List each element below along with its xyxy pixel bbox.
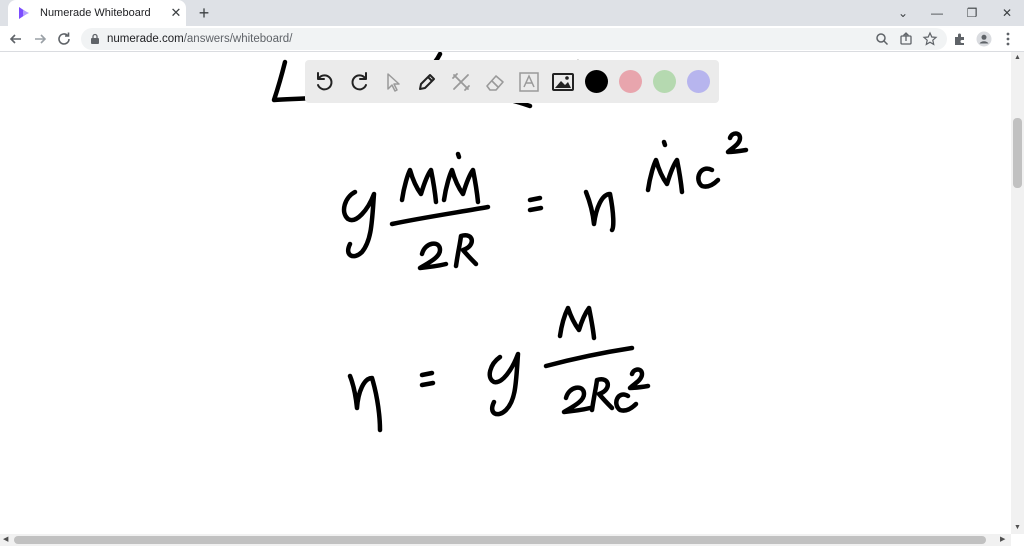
eraser-icon[interactable] — [483, 70, 507, 94]
color-swatch-green[interactable] — [653, 70, 676, 93]
share-icon[interactable] — [898, 31, 914, 47]
scroll-right-icon[interactable]: ▶ — [1000, 536, 1005, 544]
numerade-logo-icon — [19, 7, 29, 19]
profile-avatar-icon[interactable] — [976, 31, 992, 47]
close-window-button[interactable]: ✕ — [990, 0, 1024, 26]
pointer-icon[interactable] — [381, 70, 405, 94]
tool-palette — [305, 60, 719, 103]
whiteboard-canvas[interactable] — [0, 52, 1011, 534]
tab-close-icon[interactable]: ✕ — [168, 5, 184, 21]
reload-icon[interactable] — [54, 29, 74, 49]
undo-icon[interactable] — [313, 70, 337, 94]
browser-menu-icon[interactable] — [1000, 31, 1016, 47]
text-icon[interactable] — [517, 70, 541, 94]
tab-search-dropdown-icon[interactable]: ⌄ — [886, 0, 920, 26]
browser-tab[interactable]: Numerade Whiteboard ✕ — [8, 0, 186, 26]
tools-icon[interactable] — [449, 70, 473, 94]
horizontal-scroll-thumb[interactable] — [14, 536, 986, 544]
vertical-scroll-thumb[interactable] — [1013, 118, 1022, 188]
url-text[interactable]: numerade.com/answers/whiteboard/ — [107, 32, 292, 46]
forward-arrow-icon[interactable] — [30, 29, 50, 49]
scroll-up-icon[interactable]: ▲ — [1014, 54, 1021, 62]
restore-button[interactable]: ❐ — [955, 0, 989, 26]
handwritten-equations — [271, 52, 749, 433]
minimize-button[interactable]: — — [920, 0, 954, 26]
vertical-scrollbar[interactable]: ▲ ▼ — [1011, 52, 1024, 534]
new-tab-button[interactable]: + — [194, 3, 214, 23]
scroll-down-icon[interactable]: ▼ — [1014, 524, 1021, 532]
back-arrow-icon[interactable] — [6, 29, 26, 49]
color-swatch-pink[interactable] — [619, 70, 642, 93]
color-swatch-lavender[interactable] — [687, 70, 710, 93]
scroll-left-icon[interactable]: ◀ — [3, 536, 8, 544]
color-swatch-black[interactable] — [585, 70, 608, 93]
zoom-icon[interactable] — [874, 31, 890, 47]
pen-icon[interactable] — [415, 70, 439, 94]
redo-icon[interactable] — [347, 70, 371, 94]
browser-toolbar: numerade.com/answers/whiteboard/ — [0, 26, 1024, 52]
tab-strip: Numerade Whiteboard ✕ + ⌄ — ❐ ✕ — [0, 0, 1024, 26]
horizontal-scrollbar[interactable]: ◀ ▶ — [0, 534, 1011, 546]
tab-title: Numerade Whiteboard — [40, 7, 151, 19]
image-icon[interactable] — [551, 70, 575, 94]
bookmark-star-icon[interactable] — [922, 31, 938, 47]
extensions-puzzle-icon[interactable] — [952, 31, 968, 47]
address-bar[interactable]: numerade.com/answers/whiteboard/ — [81, 28, 947, 50]
lock-icon[interactable] — [89, 33, 101, 45]
